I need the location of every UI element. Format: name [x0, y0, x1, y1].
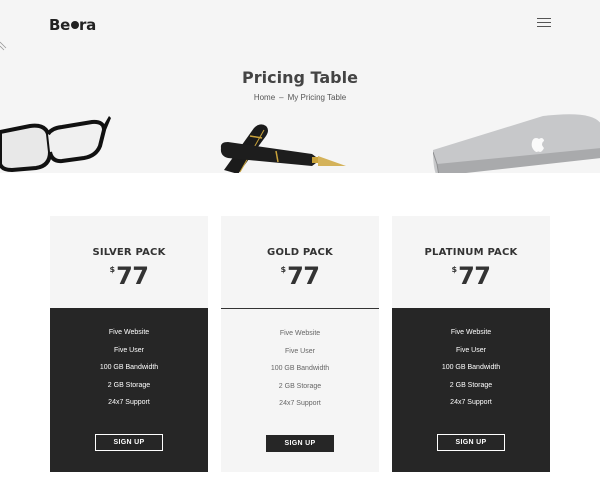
- feature-item: Five User: [114, 346, 144, 354]
- feature-item: 100 GB Bandwidth: [441, 364, 501, 372]
- logo-text-end: ra: [79, 16, 96, 34]
- feature-item: 2 GB Storage: [278, 382, 322, 390]
- breadcrumb: Home – My Pricing Table: [0, 93, 600, 102]
- feature-item: 2 GB Storage: [449, 381, 493, 389]
- plan-price: $77: [392, 264, 550, 288]
- logo-dot-icon: [71, 21, 80, 29]
- price-amount: 77: [287, 262, 320, 290]
- pricing-card-header: GOLD PACK $77: [221, 216, 379, 308]
- platinum-sign-up-button[interactable]: SIGN UP: [437, 433, 505, 451]
- gold-sign-up-button[interactable]: SIGN UP: [266, 434, 334, 452]
- feature-item: Five Website: [450, 329, 492, 336]
- currency-symbol: $: [109, 265, 116, 274]
- fountain-pen-image: [220, 124, 346, 173]
- pricing-card-platinum: PLATINUM PACK $77 Five Website Five User…: [392, 216, 550, 472]
- pricing-card-header: SILVER PACK $77: [50, 216, 208, 308]
- site-logo[interactable]: Be ra: [49, 16, 96, 34]
- laptop-image: [433, 114, 600, 173]
- plan-price: $77: [221, 264, 379, 288]
- feature-item: Five User: [456, 346, 486, 354]
- pricing-card-gold: GOLD PACK $77 Five Website Five User 100…: [221, 216, 379, 472]
- silver-sign-up-button[interactable]: SIGN UP: [95, 433, 163, 451]
- price-amount: 77: [116, 262, 149, 290]
- hero-banner: Be ra Pricing Table Home – My Pricing Table: [0, 0, 600, 173]
- breadcrumb-separator: –: [279, 93, 284, 102]
- feature-item: 24x7 Support: [108, 399, 150, 407]
- feature-item: 100 GB Bandwidth: [99, 364, 159, 372]
- plan-name: SILVER PACK: [92, 247, 166, 258]
- pricing-card-features: Five Website Five User 100 GB Bandwidth …: [221, 308, 379, 472]
- decorative-corner-icon: [0, 41, 7, 51]
- pricing-card-features: Five Website Five User 100 GB Bandwidth …: [50, 308, 208, 472]
- pricing-table: SILVER PACK $77 Five Website Five User 1…: [50, 216, 551, 472]
- feature-item: 24x7 Support: [279, 400, 321, 408]
- plan-name: GOLD PACK: [267, 247, 333, 258]
- pricing-card-features: Five Website Five User 100 GB Bandwidth …: [392, 308, 550, 472]
- plan-price: $77: [50, 264, 208, 288]
- feature-item: Five User: [285, 347, 315, 355]
- price-amount: 77: [458, 262, 491, 290]
- hamburger-menu-icon[interactable]: [537, 18, 551, 28]
- feature-item: Five Website: [108, 329, 150, 336]
- plan-name: PLATINUM PACK: [424, 247, 518, 258]
- feature-item: 24x7 Support: [450, 399, 492, 407]
- pricing-card-header: PLATINUM PACK $77: [392, 216, 550, 308]
- feature-item: 2 GB Storage: [107, 381, 151, 389]
- page-title: Pricing Table: [242, 68, 358, 87]
- eyeglasses-image: [0, 116, 111, 173]
- logo-text-start: Be: [49, 16, 71, 34]
- currency-symbol: $: [280, 265, 287, 274]
- breadcrumb-home-link[interactable]: Home: [254, 93, 275, 102]
- feature-item: 100 GB Bandwidth: [270, 365, 330, 373]
- feature-item: Five Website: [279, 330, 321, 337]
- currency-symbol: $: [451, 265, 458, 274]
- breadcrumb-current: My Pricing Table: [287, 93, 347, 102]
- pricing-card-silver: SILVER PACK $77 Five Website Five User 1…: [50, 216, 208, 472]
